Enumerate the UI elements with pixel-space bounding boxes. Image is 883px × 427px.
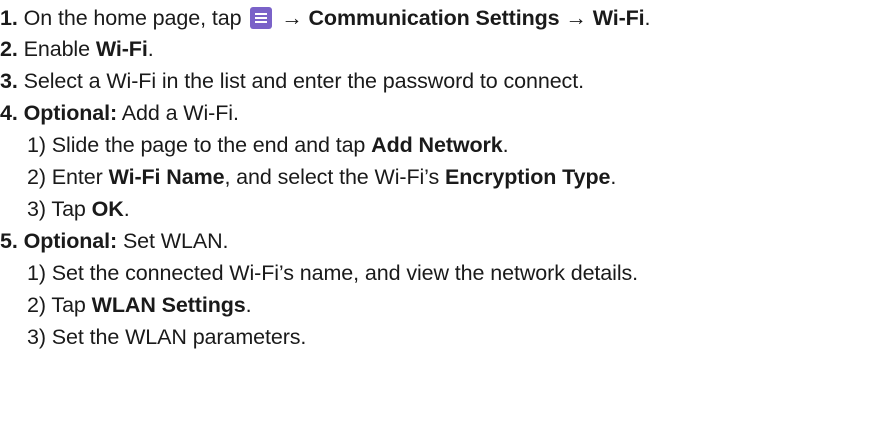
step-text: Select a Wi-Fi in the list and enter the… [23, 69, 584, 93]
substep-number: 3) [27, 197, 46, 221]
step-5: 5. Optional: Set WLAN. [0, 226, 228, 256]
period: . [502, 133, 509, 157]
wlan-settings-label: WLAN Settings [91, 293, 246, 317]
step-1: 1. On the home page, tap → Communication… [0, 3, 651, 33]
arrow: → [281, 6, 303, 30]
step-text: Enable [23, 37, 90, 61]
instruction-document: 1. On the home page, tap → Communication… [0, 0, 883, 427]
substep-4-1: 1) Slide the page to the end and tap Add… [27, 130, 509, 160]
arrow: → [565, 6, 587, 30]
step-number: 4. [0, 101, 18, 125]
menu-path-communication-settings: Communication Settings [308, 6, 560, 30]
substep-number: 2) [27, 293, 46, 317]
substep-5-3: 3) Set the WLAN parameters. [27, 322, 306, 352]
substep-5-1: 1) Set the connected Wi-Fi’s name, and v… [27, 258, 638, 288]
ok-label: OK [91, 197, 124, 221]
step-2: 2. Enable Wi-Fi. [0, 34, 154, 64]
substep-text: Set the connected Wi-Fi’s name, and view… [51, 261, 639, 285]
step-text: Add a Wi-Fi. [121, 101, 239, 125]
substep-4-3: 3) Tap OK. [27, 194, 130, 224]
substep-number: 3) [27, 325, 46, 349]
setting-wifi: Wi-Fi [95, 37, 148, 61]
substep-number: 1) [27, 133, 46, 157]
substep-text: Set the WLAN parameters. [51, 325, 307, 349]
substep-text: Tap [51, 197, 86, 221]
step-number: 1. [0, 6, 18, 30]
optional-label: Optional: [23, 101, 118, 125]
substep-5-2: 2) Tap WLAN Settings. [27, 290, 252, 320]
substep-number: 2) [27, 165, 46, 189]
menu-path-wifi: Wi-Fi [592, 6, 645, 30]
optional-label: Optional: [23, 229, 118, 253]
encryption-type-label: Encryption Type [444, 165, 611, 189]
substep-text: Tap [51, 293, 86, 317]
menu-icon [250, 7, 273, 29]
step-text: Set WLAN. [122, 229, 229, 253]
substep-4-2: 2) Enter Wi-Fi Name, and select the Wi-F… [27, 162, 616, 192]
add-network-label: Add Network [371, 133, 503, 157]
step-number: 3. [0, 69, 18, 93]
step-3: 3. Select a Wi-Fi in the list and enter … [0, 66, 584, 96]
period: . [147, 37, 154, 61]
period: . [123, 197, 130, 221]
substep-text: Enter [51, 165, 103, 189]
step-number: 5. [0, 229, 18, 253]
period: . [610, 165, 617, 189]
substep-text-middle: , and select the Wi-Fi’s [224, 165, 440, 189]
step-4: 4. Optional: Add a Wi-Fi. [0, 98, 239, 128]
substep-number: 1) [27, 261, 46, 285]
wifi-name-label: Wi-Fi Name [108, 165, 225, 189]
step-text: On the home page, tap [23, 6, 242, 30]
period: . [245, 293, 252, 317]
step-number: 2. [0, 37, 18, 61]
period: . [644, 6, 651, 30]
substep-text: Slide the page to the end and tap [51, 133, 366, 157]
